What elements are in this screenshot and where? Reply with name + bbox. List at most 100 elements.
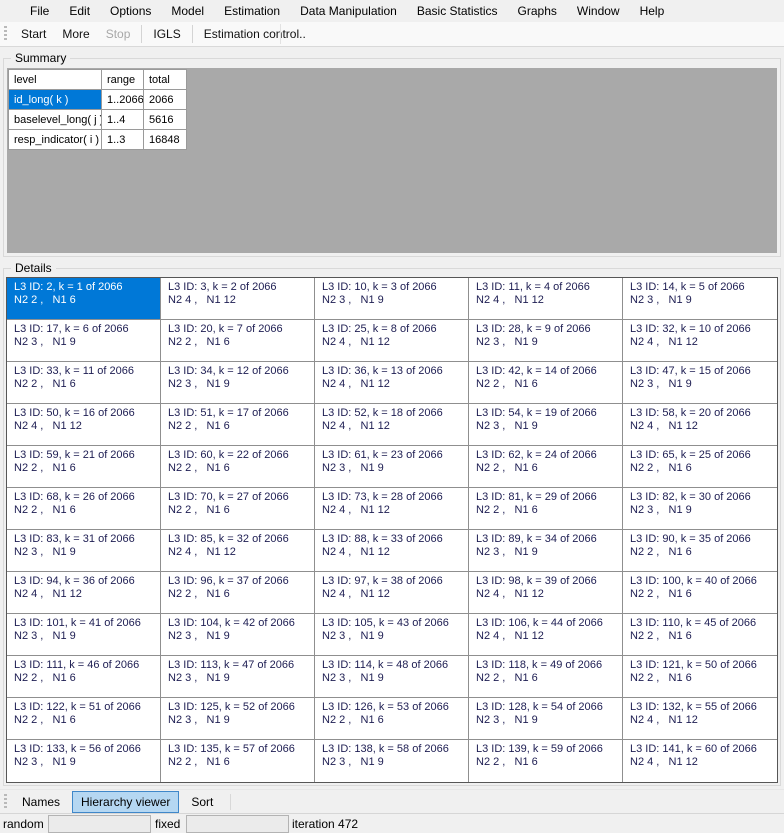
detail-cell-k44[interactable]: L3 ID: 106, k = 44 of 2066N2 4 , N1 12 <box>469 614 623 656</box>
detail-cell-counts-line: N2 4 , N1 12 <box>322 588 466 601</box>
tab-sort[interactable]: Sort <box>182 791 222 813</box>
more-button[interactable]: More <box>54 24 97 44</box>
detail-cell-k32[interactable]: L3 ID: 85, k = 32 of 2066N2 4 , N1 12 <box>161 530 315 572</box>
tab-names[interactable]: Names <box>13 791 69 813</box>
detail-cell-counts-line: N2 2 , N1 6 <box>168 462 312 475</box>
detail-cell-k49[interactable]: L3 ID: 118, k = 49 of 2066N2 2 , N1 6 <box>469 656 623 698</box>
detail-cell-k4[interactable]: L3 ID: 11, k = 4 of 2066N2 4 , N1 12 <box>469 278 623 320</box>
menu-item-window[interactable]: Window <box>567 1 630 21</box>
detail-cell-k46[interactable]: L3 ID: 111, k = 46 of 2066N2 2 , N1 6 <box>7 656 161 698</box>
detail-cell-k18[interactable]: L3 ID: 52, k = 18 of 2066N2 4 , N1 12 <box>315 404 469 446</box>
detail-cell-k56[interactable]: L3 ID: 133, k = 56 of 2066N2 3 , N1 9 <box>7 740 161 782</box>
detail-cell-k48[interactable]: L3 ID: 114, k = 48 of 2066N2 3 , N1 9 <box>315 656 469 698</box>
detail-cell-k21[interactable]: L3 ID: 59, k = 21 of 2066N2 2 , N1 6 <box>7 446 161 488</box>
menu-item-basic-statistics[interactable]: Basic Statistics <box>407 1 508 21</box>
detail-cell-k16[interactable]: L3 ID: 50, k = 16 of 2066N2 4 , N1 12 <box>7 404 161 446</box>
start-button[interactable]: Start <box>13 24 54 44</box>
detail-cell-k20[interactable]: L3 ID: 58, k = 20 of 2066N2 4 , N1 12 <box>623 404 777 446</box>
detail-cell-k25[interactable]: L3 ID: 65, k = 25 of 2066N2 2 , N1 6 <box>623 446 777 488</box>
detail-cell-k10[interactable]: L3 ID: 32, k = 10 of 2066N2 4 , N1 12 <box>623 320 777 362</box>
summary-cell-level[interactable]: resp_indicator( i ) <box>9 130 101 149</box>
summary-cell-total[interactable]: 16848 <box>144 130 186 149</box>
summary-cell-range[interactable]: 1..2066 <box>102 90 143 109</box>
detail-cell-k52[interactable]: L3 ID: 125, k = 52 of 2066N2 3 , N1 9 <box>161 698 315 740</box>
detail-cell-k28[interactable]: L3 ID: 73, k = 28 of 2066N2 4 , N1 12 <box>315 488 469 530</box>
detail-cell-k19[interactable]: L3 ID: 54, k = 19 of 2066N2 3 , N1 9 <box>469 404 623 446</box>
detail-cell-id-line: L3 ID: 20, k = 7 of 2066 <box>168 323 312 336</box>
menu-item-graphs[interactable]: Graphs <box>508 1 567 21</box>
detail-cell-k42[interactable]: L3 ID: 104, k = 42 of 2066N2 3 , N1 9 <box>161 614 315 656</box>
detail-cell-k33[interactable]: L3 ID: 88, k = 33 of 2066N2 4 , N1 12 <box>315 530 469 572</box>
detail-cell-k2[interactable]: L3 ID: 3, k = 2 of 2066N2 4 , N1 12 <box>161 278 315 320</box>
igls-button[interactable]: IGLS <box>145 24 188 44</box>
tab-hierarchy-viewer[interactable]: Hierarchy viewer <box>72 791 179 813</box>
menu-item-help[interactable]: Help <box>630 1 675 21</box>
detail-cell-k30[interactable]: L3 ID: 82, k = 30 of 2066N2 3 , N1 9 <box>623 488 777 530</box>
detail-cell-k29[interactable]: L3 ID: 81, k = 29 of 2066N2 2 , N1 6 <box>469 488 623 530</box>
estimation-control-button[interactable]: Estimation control.. <box>196 24 314 44</box>
detail-cell-k5[interactable]: L3 ID: 14, k = 5 of 2066N2 3 , N1 9 <box>623 278 777 320</box>
detail-cell-k27[interactable]: L3 ID: 70, k = 27 of 2066N2 2 , N1 6 <box>161 488 315 530</box>
detail-cell-counts-line: N2 4 , N1 12 <box>14 420 158 433</box>
summary-cell-total[interactable]: 5616 <box>144 110 186 129</box>
detail-cell-k9[interactable]: L3 ID: 28, k = 9 of 2066N2 3 , N1 9 <box>469 320 623 362</box>
detail-cell-k57[interactable]: L3 ID: 135, k = 57 of 2066N2 2 , N1 6 <box>161 740 315 782</box>
summary-cell-level[interactable]: id_long( k ) <box>9 90 101 109</box>
detail-cell-k51[interactable]: L3 ID: 122, k = 51 of 2066N2 2 , N1 6 <box>7 698 161 740</box>
detail-cell-k26[interactable]: L3 ID: 68, k = 26 of 2066N2 2 , N1 6 <box>7 488 161 530</box>
detail-cell-k11[interactable]: L3 ID: 33, k = 11 of 2066N2 2 , N1 6 <box>7 362 161 404</box>
detail-cell-k17[interactable]: L3 ID: 51, k = 17 of 2066N2 2 , N1 6 <box>161 404 315 446</box>
detail-cell-k41[interactable]: L3 ID: 101, k = 41 of 2066N2 3 , N1 9 <box>7 614 161 656</box>
detail-cell-counts-line: N2 3 , N1 9 <box>168 714 312 727</box>
summary-header-total: total <box>144 70 186 89</box>
detail-cell-k34[interactable]: L3 ID: 89, k = 34 of 2066N2 3 , N1 9 <box>469 530 623 572</box>
detail-cell-k53[interactable]: L3 ID: 126, k = 53 of 2066N2 2 , N1 6 <box>315 698 469 740</box>
menu-item-estimation[interactable]: Estimation <box>214 1 290 21</box>
detail-cell-id-line: L3 ID: 17, k = 6 of 2066 <box>14 323 158 336</box>
detail-cell-k12[interactable]: L3 ID: 34, k = 12 of 2066N2 3 , N1 9 <box>161 362 315 404</box>
detail-cell-k55[interactable]: L3 ID: 132, k = 55 of 2066N2 4 , N1 12 <box>623 698 777 740</box>
detail-cell-k1[interactable]: L3 ID: 2, k = 1 of 2066N2 2 , N1 6 <box>7 278 161 320</box>
detail-cell-k37[interactable]: L3 ID: 96, k = 37 of 2066N2 2 , N1 6 <box>161 572 315 614</box>
detail-cell-k13[interactable]: L3 ID: 36, k = 13 of 2066N2 4 , N1 12 <box>315 362 469 404</box>
detail-cell-k58[interactable]: L3 ID: 138, k = 58 of 2066N2 3 , N1 9 <box>315 740 469 782</box>
detail-cell-k43[interactable]: L3 ID: 105, k = 43 of 2066N2 3 , N1 9 <box>315 614 469 656</box>
detail-cell-counts-line: N2 2 , N1 6 <box>14 294 158 307</box>
summary-cell-level[interactable]: baselevel_long( j ) <box>9 110 101 129</box>
menu-item-options[interactable]: Options <box>100 1 161 21</box>
detail-cell-k22[interactable]: L3 ID: 60, k = 22 of 2066N2 2 , N1 6 <box>161 446 315 488</box>
detail-cell-counts-line: N2 3 , N1 9 <box>630 378 775 391</box>
detail-cell-k54[interactable]: L3 ID: 128, k = 54 of 2066N2 3 , N1 9 <box>469 698 623 740</box>
toolbar-grip-handle[interactable] <box>4 26 7 42</box>
detail-cell-counts-line: N2 4 , N1 12 <box>322 546 466 559</box>
detail-cell-k40[interactable]: L3 ID: 100, k = 40 of 2066N2 2 , N1 6 <box>623 572 777 614</box>
detail-cell-k6[interactable]: L3 ID: 17, k = 6 of 2066N2 3 , N1 9 <box>7 320 161 362</box>
menu-item-model[interactable]: Model <box>161 1 214 21</box>
detail-cell-k3[interactable]: L3 ID: 10, k = 3 of 2066N2 3 , N1 9 <box>315 278 469 320</box>
menu-item-file[interactable]: File <box>20 1 59 21</box>
summary-cell-range[interactable]: 1..3 <box>102 130 143 149</box>
menu-item-edit[interactable]: Edit <box>59 1 100 21</box>
toolbar-separator <box>192 25 193 43</box>
menu-item-data-manipulation[interactable]: Data Manipulation <box>290 1 407 21</box>
detail-cell-k15[interactable]: L3 ID: 47, k = 15 of 2066N2 3 , N1 9 <box>623 362 777 404</box>
detail-cell-k35[interactable]: L3 ID: 90, k = 35 of 2066N2 2 , N1 6 <box>623 530 777 572</box>
tabbar-grip-handle[interactable] <box>4 794 7 810</box>
detail-cell-k24[interactable]: L3 ID: 62, k = 24 of 2066N2 2 , N1 6 <box>469 446 623 488</box>
summary-cell-range[interactable]: 1..4 <box>102 110 143 129</box>
detail-cell-k14[interactable]: L3 ID: 42, k = 14 of 2066N2 2 , N1 6 <box>469 362 623 404</box>
detail-cell-k38[interactable]: L3 ID: 97, k = 38 of 2066N2 4 , N1 12 <box>315 572 469 614</box>
detail-cell-k60[interactable]: L3 ID: 141, k = 60 of 2066N2 4 , N1 12 <box>623 740 777 782</box>
detail-cell-k50[interactable]: L3 ID: 121, k = 50 of 2066N2 2 , N1 6 <box>623 656 777 698</box>
detail-cell-k47[interactable]: L3 ID: 113, k = 47 of 2066N2 3 , N1 9 <box>161 656 315 698</box>
summary-cell-total[interactable]: 2066 <box>144 90 186 109</box>
detail-cell-k8[interactable]: L3 ID: 25, k = 8 of 2066N2 4 , N1 12 <box>315 320 469 362</box>
detail-cell-k23[interactable]: L3 ID: 61, k = 23 of 2066N2 3 , N1 9 <box>315 446 469 488</box>
detail-cell-counts-line: N2 2 , N1 6 <box>14 462 158 475</box>
detail-cell-k59[interactable]: L3 ID: 139, k = 59 of 2066N2 2 , N1 6 <box>469 740 623 782</box>
detail-cell-k31[interactable]: L3 ID: 83, k = 31 of 2066N2 3 , N1 9 <box>7 530 161 572</box>
detail-cell-k36[interactable]: L3 ID: 94, k = 36 of 2066N2 4 , N1 12 <box>7 572 161 614</box>
detail-cell-k39[interactable]: L3 ID: 98, k = 39 of 2066N2 4 , N1 12 <box>469 572 623 614</box>
detail-cell-k45[interactable]: L3 ID: 110, k = 45 of 2066N2 2 , N1 6 <box>623 614 777 656</box>
detail-cell-k7[interactable]: L3 ID: 20, k = 7 of 2066N2 2 , N1 6 <box>161 320 315 362</box>
